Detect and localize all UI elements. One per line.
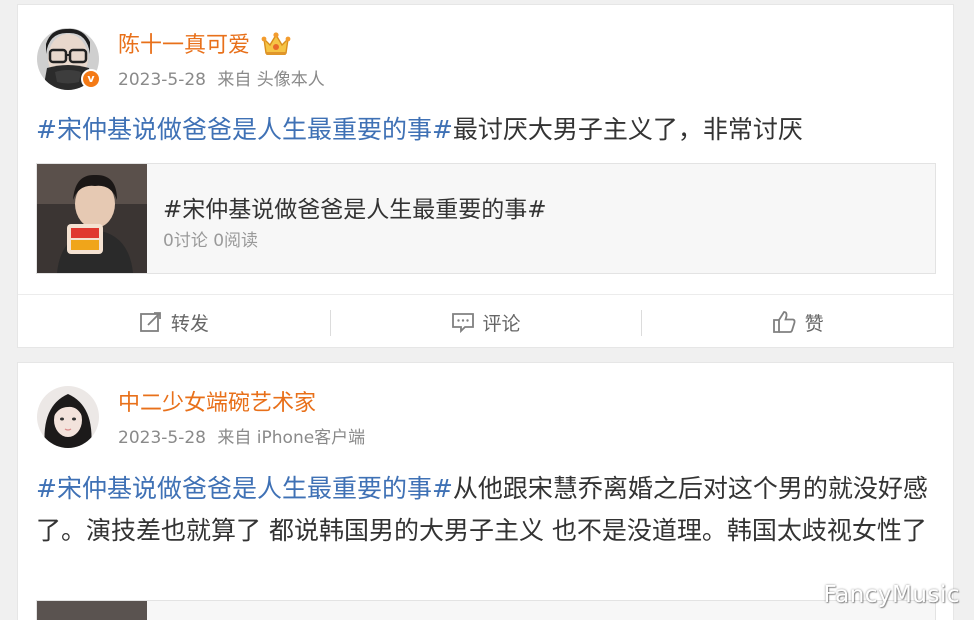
username[interactable]: 中二少女端碗艺术家 [118, 390, 316, 418]
username[interactable]: 陈十一真可爱 [118, 32, 291, 60]
post-source: 来自 头像本人 [217, 70, 325, 90]
watermark: FancyMusic [823, 582, 960, 608]
crown-icon [261, 32, 291, 55]
repost-button[interactable]: 转发 [18, 295, 330, 349]
repost-icon [139, 312, 161, 332]
post-source: 来自 iPhone客户端 [217, 428, 366, 448]
repost-label: 转发 [170, 312, 209, 335]
post-text: 最讨厌大男子主义了，非常讨厌 [452, 115, 803, 144]
username-text[interactable]: 中二少女端碗艺术家 [118, 391, 316, 416]
post-card: 中二少女端碗艺术家 2023-5-28 来自 iPhone客户端 #宋仲基说做爸… [17, 362, 954, 620]
post-date[interactable]: 2023-5-28 [118, 428, 206, 448]
weibo-feed: v 陈十一真可爱 2023-5-28 来自 头像本人 #宋仲基说做爸爸是人生最重… [0, 0, 974, 620]
username-text[interactable]: 陈十一真可爱 [118, 33, 250, 58]
verified-badge-icon: v [81, 69, 101, 89]
hashtag-link[interactable]: #宋仲基说做爸爸是人生最重要的事# [36, 115, 453, 144]
post-date[interactable]: 2023-5-28 [118, 70, 206, 90]
topic-card[interactable] [36, 600, 936, 620]
action-bar: 转发 评论 赞 [18, 294, 953, 349]
comment-button[interactable]: 评论 [329, 295, 642, 349]
like-button[interactable]: 赞 [641, 295, 953, 349]
topic-card[interactable]: #宋仲基说做爸爸是人生最重要的事# 0讨论 0阅读 [36, 163, 936, 274]
like-label: 赞 [804, 312, 824, 335]
comment-icon [451, 313, 474, 334]
hashtag-link[interactable]: #宋仲基说做爸爸是人生最重要的事# [36, 474, 453, 503]
topic-thumbnail [37, 601, 147, 620]
post-meta: 2023-5-28 来自 头像本人 [118, 65, 325, 90]
post-card: v 陈十一真可爱 2023-5-28 来自 头像本人 #宋仲基说做爸爸是人生最重… [17, 4, 954, 348]
topic-title[interactable]: #宋仲基说做爸爸是人生最重要的事# [163, 190, 547, 224]
avatar[interactable] [37, 386, 99, 448]
post-body: #宋仲基说做爸爸是人生最重要的事#最讨厌大男子主义了，非常讨厌 [36, 111, 936, 149]
post-body: #宋仲基说做爸爸是人生最重要的事#从他跟宋慧乔离婚之后对这个男的就没好感了。演技… [36, 468, 931, 552]
comment-label: 评论 [482, 312, 521, 335]
thumbs-up-icon [772, 311, 796, 333]
topic-stats: 0讨论 0阅读 [163, 231, 259, 251]
post-meta: 2023-5-28 来自 iPhone客户端 [118, 423, 365, 448]
topic-thumbnail [37, 164, 147, 273]
